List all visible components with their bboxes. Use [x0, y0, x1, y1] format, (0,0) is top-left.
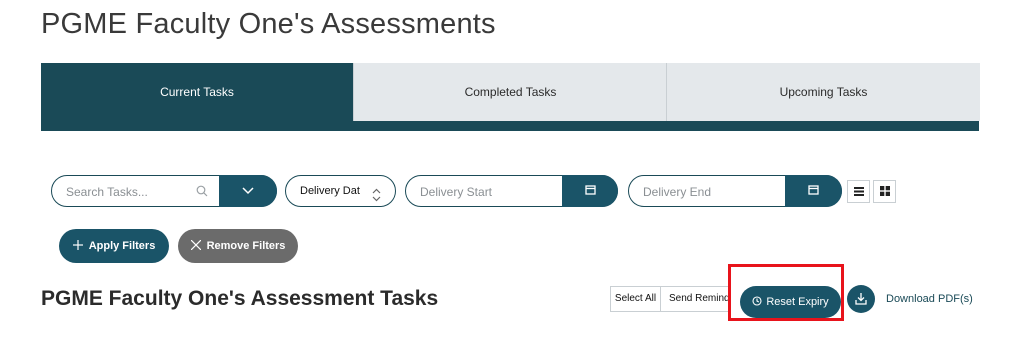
plus-icon [72, 239, 83, 253]
select-all-button[interactable]: Select All [610, 286, 661, 312]
page-title: PGME Faculty One's Assessments [41, 8, 496, 40]
remove-filters-label: Remove Filters [206, 240, 286, 252]
tab-completed-tasks[interactable]: Completed Tasks [353, 63, 667, 121]
remove-filters-button[interactable]: Remove Filters [178, 229, 298, 263]
sort-arrows-icon [372, 184, 381, 214]
tab-completed-tasks-label: Completed Tasks [464, 85, 557, 99]
download-icon[interactable] [847, 285, 875, 313]
calendar-icon [584, 182, 596, 200]
search-box: Search Tasks... [51, 175, 277, 207]
list-view-button[interactable] [847, 180, 870, 203]
delivery-end-input[interactable]: Delivery End [643, 176, 711, 208]
apply-filters-label: Apply Filters [88, 240, 156, 252]
search-icon [196, 184, 208, 202]
grid-view-button[interactable] [873, 180, 896, 203]
sort-select-value: Delivery Date [300, 185, 360, 197]
chevron-down-icon [242, 182, 254, 200]
tab-current-tasks-label: Current Tasks [160, 85, 234, 99]
tab-upcoming-tasks-label: Upcoming Tasks [779, 85, 868, 99]
list-view-icon [853, 183, 864, 201]
calendar-icon [808, 182, 819, 200]
close-icon [190, 239, 201, 253]
delivery-start-box: Delivery Start [405, 175, 618, 207]
search-dropdown-button[interactable] [219, 175, 277, 207]
tasks-heading: PGME Faculty One's Assessment Tasks [41, 287, 439, 310]
send-reminders-button[interactable]: Send Reminders [660, 286, 730, 312]
grid-view-icon [879, 183, 890, 201]
delivery-start-input[interactable]: Delivery Start [420, 176, 492, 208]
sort-select[interactable]: Delivery Date [285, 175, 396, 207]
tab-upcoming-tasks[interactable]: Upcoming Tasks [666, 63, 980, 121]
download-pdf-link[interactable]: Download PDF(s) [886, 293, 973, 305]
apply-filters-button[interactable]: Apply Filters [59, 229, 169, 263]
delivery-end-box: Delivery End [628, 175, 842, 207]
task-tabs: Current Tasks Completed Tasks Upcoming T… [41, 63, 980, 131]
tab-current-tasks[interactable]: Current Tasks [41, 63, 353, 121]
highlight-box [728, 264, 844, 321]
delivery-start-calendar-button[interactable] [562, 175, 618, 207]
delivery-end-calendar-button[interactable] [785, 175, 842, 207]
search-input[interactable]: Search Tasks... [66, 176, 148, 208]
